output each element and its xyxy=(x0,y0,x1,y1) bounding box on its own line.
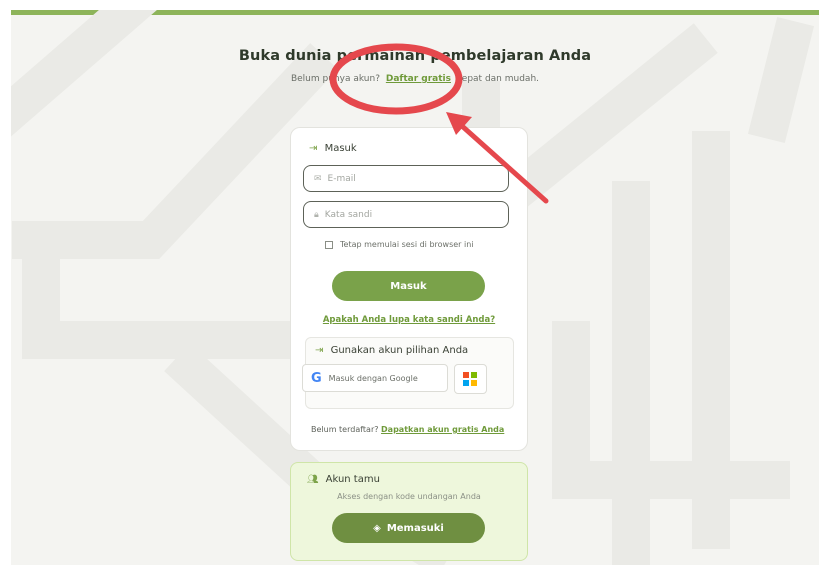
guest-title: Akun tamu xyxy=(325,474,380,485)
users-icon: 👥︎ xyxy=(307,475,319,485)
login-page: Buka dunia permainan pembelajaran Anda B… xyxy=(11,10,819,565)
page-title: Buka dunia permainan pembelajaran Anda xyxy=(238,48,592,64)
email-field[interactable]: ✉ E-mail xyxy=(303,165,509,192)
lock-icon: 🔒︎ xyxy=(314,209,319,220)
google-icon: G xyxy=(311,370,322,386)
page-subtitle: Belum punya akun? Daftar gratis cepat da… xyxy=(11,74,819,84)
guest-header: 👥︎ Akun tamu xyxy=(307,474,380,485)
login-section-title: Masuk xyxy=(324,143,357,154)
remember-label: Tetap memulai sesi di browser ini xyxy=(340,240,474,249)
sign-in-icon: ⇥ xyxy=(315,345,324,356)
login-button[interactable]: Masuk xyxy=(332,271,485,301)
login-section-header: ⇥ Masuk xyxy=(309,143,357,154)
guest-card: 👥︎ Akun tamu Akses dengan kode undangan … xyxy=(290,462,528,561)
password-placeholder: Kata sandi xyxy=(324,209,373,220)
diamond-arrow-icon: ◈ xyxy=(373,522,381,534)
alt-login-header: ⇥ Gunakan akun pilihan Anda xyxy=(315,345,468,356)
microsoft-login-button[interactable] xyxy=(454,364,487,394)
microsoft-icon xyxy=(463,372,477,386)
login-card: ⇥ Masuk ✉ E-mail 🔒︎ Kata sandi Tetap mem… xyxy=(290,127,528,451)
mail-icon: ✉ xyxy=(314,173,322,184)
register-link[interactable]: Dapatkan akun gratis Anda xyxy=(381,425,504,434)
register-text: Belum terdaftar? xyxy=(311,425,379,434)
forgot-password-link[interactable]: Apakah Anda lupa kata sandi Anda? xyxy=(291,315,527,325)
subtitle-text: Belum punya akun? xyxy=(290,74,380,84)
alt-login-title: Gunakan akun pilihan Anda xyxy=(330,345,469,356)
remember-checkbox[interactable]: Tetap memulai sesi di browser ini xyxy=(325,240,474,249)
google-login-button[interactable]: G Masuk dengan Google xyxy=(302,364,448,392)
register-prompt: Belum terdaftar? Dapatkan akun gratis An… xyxy=(311,425,511,434)
subtitle-text-end: cepat dan mudah. xyxy=(456,74,540,84)
google-login-label: Masuk dengan Google xyxy=(328,373,418,383)
guest-subtitle: Akses dengan kode undangan Anda xyxy=(337,492,481,501)
checkbox-box[interactable] xyxy=(325,240,333,249)
guest-enter-label: Memasuki xyxy=(386,522,444,534)
password-field[interactable]: 🔒︎ Kata sandi xyxy=(303,201,509,228)
sign-in-icon: ⇥ xyxy=(309,143,318,154)
signup-link[interactable]: Daftar gratis xyxy=(386,74,451,84)
guest-enter-button[interactable]: ◈ Memasuki xyxy=(332,513,485,543)
email-placeholder: E-mail xyxy=(327,173,356,184)
